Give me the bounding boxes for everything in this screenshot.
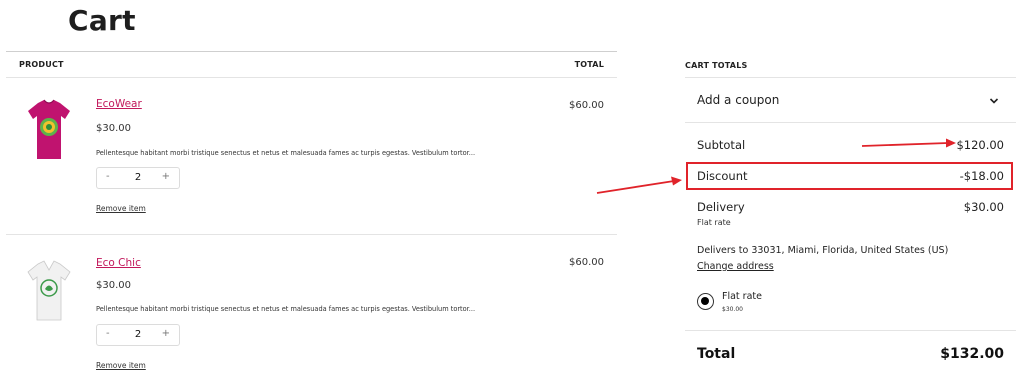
shipping-option-label[interactable]: Flat rate xyxy=(722,291,762,302)
product-link[interactable]: Eco Chic xyxy=(96,257,141,269)
page-title: Cart xyxy=(68,4,136,37)
quantity-increase-button[interactable]: + xyxy=(162,171,170,182)
remove-item-link[interactable]: Remove item xyxy=(96,361,146,370)
product-price: $30.00 xyxy=(96,123,131,134)
subtotal-label: Subtotal xyxy=(697,138,746,152)
product-description: Pellentesque habitant morbi tristique se… xyxy=(96,305,476,313)
change-address-link[interactable]: Change address xyxy=(697,261,774,272)
quantity-stepper[interactable]: - 2 + xyxy=(96,324,180,346)
line-total: $60.00 xyxy=(569,257,604,268)
order-total-label: Total xyxy=(697,346,736,362)
cart-table: PRODUCT TOTAL EcoWear $30.00 Pellentesqu… xyxy=(6,51,617,370)
quantity-stepper[interactable]: - 2 + xyxy=(96,167,180,189)
product-price: $30.00 xyxy=(96,280,131,291)
cart-totals-title: CART TOTALS xyxy=(685,61,748,70)
discount-value: -$18.00 xyxy=(959,169,1004,183)
remove-item-link[interactable]: Remove item xyxy=(96,204,146,213)
product-description: Pellentesque habitant morbi tristique se… xyxy=(96,149,476,157)
cart-item: EcoWear $30.00 Pellentesque habitant mor… xyxy=(6,78,617,235)
column-header-product: PRODUCT xyxy=(19,60,64,69)
white-tshirt-icon[interactable] xyxy=(24,258,74,324)
chevron-down-icon[interactable] xyxy=(988,95,1000,107)
delivery-label: Delivery xyxy=(697,200,745,214)
line-total: $60.00 xyxy=(569,100,604,111)
discount-label: Discount xyxy=(697,169,748,183)
product-link[interactable]: EcoWear xyxy=(96,98,142,110)
delivery-method: Flat rate xyxy=(697,218,731,227)
cart-item: Eco Chic $30.00 Pellentesque habitant mo… xyxy=(6,236,617,374)
add-coupon-toggle[interactable]: Add a coupon xyxy=(697,93,779,107)
shipping-option-price: $30.00 xyxy=(722,306,743,313)
delivery-value: $30.00 xyxy=(963,200,1004,214)
divider xyxy=(685,122,1016,123)
shipping-radio-selected[interactable] xyxy=(697,293,714,310)
column-header-total: TOTAL xyxy=(574,60,604,69)
quantity-increase-button[interactable]: + xyxy=(162,328,170,339)
arrow-to-subtotal xyxy=(861,138,956,148)
delivery-destination: Delivers to 33031, Miami, Florida, Unite… xyxy=(697,245,949,256)
divider xyxy=(685,77,1016,78)
cart-table-header: PRODUCT TOTAL xyxy=(6,51,617,78)
order-total-value: $132.00 xyxy=(940,346,1004,362)
divider xyxy=(685,330,1016,331)
subtotal-value: $120.00 xyxy=(956,138,1004,152)
magenta-tshirt-icon[interactable] xyxy=(24,97,74,163)
